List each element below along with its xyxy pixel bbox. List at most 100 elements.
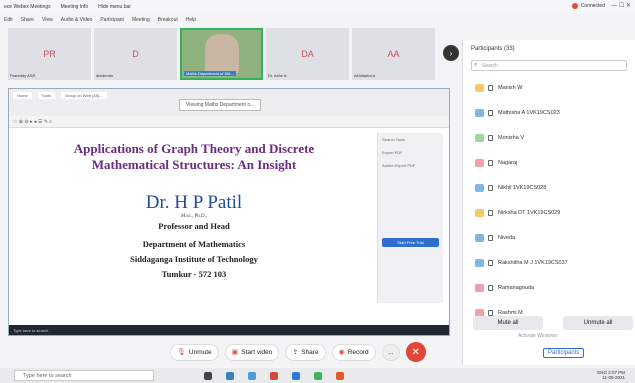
slide-dept: Department of Mathematics <box>142 238 246 249</box>
unmute-all-button[interactable]: Unmute all <box>563 316 633 330</box>
participant-tile[interactable]: DA Dr. Ashe A <box>266 28 349 80</box>
participant-row[interactable]: Monisha V <box>463 125 635 150</box>
side-header: Search Tools <box>382 137 406 142</box>
initials: DA <box>301 49 314 59</box>
participants-tab[interactable]: Participants <box>543 348 585 358</box>
menu-share[interactable]: Share <box>21 17 34 23</box>
participant-row[interactable]: Manish W <box>463 75 635 100</box>
participant-search-input[interactable]: ⌕ Search <box>471 60 627 71</box>
device-icon <box>488 259 493 266</box>
file-explorer-icon[interactable] <box>226 371 234 380</box>
participant-name: Niveda <box>498 234 516 241</box>
participant-row[interactable]: Niveda <box>463 225 635 250</box>
slide-institute: Siddaganga Institute of Technology <box>130 253 258 264</box>
share-button[interactable]: ⇪ Share <box>285 343 326 361</box>
shared-taskbar-search: Type here to search <box>13 327 49 333</box>
participant-name: Rakshitha M J 1VK19CS037 <box>498 259 568 266</box>
store-icon[interactable] <box>248 371 256 380</box>
speaker-video <box>204 34 239 74</box>
participant-avatar <box>475 283 484 292</box>
mute-all-button[interactable]: Mute all <box>473 316 543 330</box>
participant-row[interactable]: Ramanagouda <box>463 275 635 300</box>
meeting-info-link[interactable]: Meeting Info <box>61 4 89 10</box>
participant-name: Ramanagouda <box>498 284 535 291</box>
participant-name: Rashmi M <box>498 309 523 316</box>
slide-title-line2: Mathematical Structures: An Insight <box>91 157 297 173</box>
app-icon[interactable] <box>314 371 322 380</box>
menu-bar: Edit Share View Audio & Video Participan… <box>0 14 460 26</box>
participants-header[interactable]: Participants (33) <box>463 40 635 58</box>
slide-degree: M.sc., Ph.D., <box>180 213 208 219</box>
participant-row[interactable]: Nikhil 1VK19CS028 <box>463 175 635 200</box>
record-label: Record <box>347 348 369 356</box>
menu-participant[interactable]: Participant <box>100 17 124 23</box>
participant-tile[interactable]: D dividendo <box>94 28 177 80</box>
pdf-side-panel: Search Tools Export PDF Adobe Export PDF… <box>377 133 443 303</box>
activate-windows-text: Activate Windows <box>518 333 558 339</box>
connection-label: Connected <box>580 3 605 9</box>
participant-name: Nirksha DT 1VK19CS029 <box>498 209 561 216</box>
hide-menu-bar-link[interactable]: Hide menu bar <box>98 4 131 10</box>
unmute-button[interactable]: 🎙 Unmute <box>170 343 219 361</box>
app-icon[interactable] <box>336 371 344 380</box>
participant-name: Nagaraj <box>498 159 518 166</box>
start-video-label: Start video <box>241 348 273 356</box>
webex-window: ece Webex Meetings Meeting Info Hide men… <box>0 0 635 383</box>
participant-tile[interactable]: AA Abhilasha A <box>352 28 435 80</box>
menu-help[interactable]: Help <box>186 17 196 23</box>
participant-name: Monisha V <box>498 134 524 141</box>
participant-avatar <box>475 233 484 242</box>
shared-tab: Tools <box>37 92 56 99</box>
search-icon: ⌕ <box>474 62 478 68</box>
menu-meeting[interactable]: Meeting <box>132 17 150 23</box>
participant-name: Nikhil 1VK19CS028 <box>498 184 547 191</box>
task-view-icon[interactable] <box>204 371 212 380</box>
participant-row[interactable]: Nirksha DT 1VK19CS029 <box>463 200 635 225</box>
more-options-button[interactable]: ... <box>381 343 400 361</box>
window-controls[interactable]: — ☐ ✕ <box>611 2 631 9</box>
shared-tab: Group on Web (48)... <box>61 92 107 99</box>
date: 11-05-2021 <box>602 375 625 380</box>
participant-row[interactable]: Nagaraj <box>463 150 635 175</box>
menu-view[interactable]: View <box>42 17 53 23</box>
app-icon[interactable] <box>292 371 300 380</box>
menu-breakout[interactable]: Breakout <box>158 17 178 23</box>
shared-taskbar: Type here to search <box>9 325 449 335</box>
connection-dot-icon <box>571 3 578 9</box>
unmute-label: Unmute <box>188 348 212 356</box>
participant-avatar <box>475 183 484 192</box>
slide-author: Dr. H P Patil <box>145 191 243 213</box>
initials: AA <box>387 49 400 59</box>
device-icon <box>488 309 493 316</box>
initials: PR <box>43 49 56 59</box>
participant-actions: Mute all Unmute all <box>473 316 633 330</box>
tile-name: Dr. Ashe A <box>268 73 287 78</box>
windows-taskbar: Type here to search ENG 2:07 PM 11-05-20… <box>0 368 635 383</box>
record-button[interactable]: ◉ Record <box>331 343 376 361</box>
participant-row[interactable]: Rakshitha M J 1VK19CS037 <box>463 250 635 275</box>
participant-row[interactable]: Mathisha A 1VK19CS023 <box>463 100 635 125</box>
menu-edit[interactable]: Edit <box>4 17 13 23</box>
participant-tile[interactable]: PR Prareddy ASR <box>8 28 91 80</box>
app-name: ece Webex Meetings <box>4 4 51 10</box>
active-video-tile[interactable]: Maths Department of Sid... <box>180 28 263 80</box>
participant-avatar <box>475 208 484 217</box>
start-video-button[interactable]: ▣ Start video <box>224 343 280 361</box>
device-icon <box>488 109 493 116</box>
viewing-banner[interactable]: Viewing Maths Department o... <box>179 99 262 111</box>
next-arrow-icon[interactable]: › <box>443 45 459 61</box>
leave-meeting-icon[interactable]: ✕ <box>405 342 426 362</box>
system-clock[interactable]: ENG 2:07 PM 11-05-2021 <box>597 370 625 380</box>
taskbar-search-input[interactable]: Type here to search <box>14 370 154 381</box>
connection-status[interactable]: Connected <box>571 3 615 9</box>
menu-audio-video[interactable]: Audio & Video <box>61 17 93 23</box>
share-label: Share <box>301 348 319 356</box>
search-placeholder: Search <box>482 63 498 69</box>
tile-name: Maths Department of Sid... <box>184 71 236 76</box>
app-icon[interactable] <box>270 371 278 380</box>
side-button: Start Free Trial <box>382 238 439 247</box>
device-icon <box>488 234 493 241</box>
participant-avatar <box>475 258 484 267</box>
slide-title-line1: Applications of Graph Theory and Discret… <box>73 141 315 156</box>
tile-name: Abhilasha A <box>354 73 376 78</box>
